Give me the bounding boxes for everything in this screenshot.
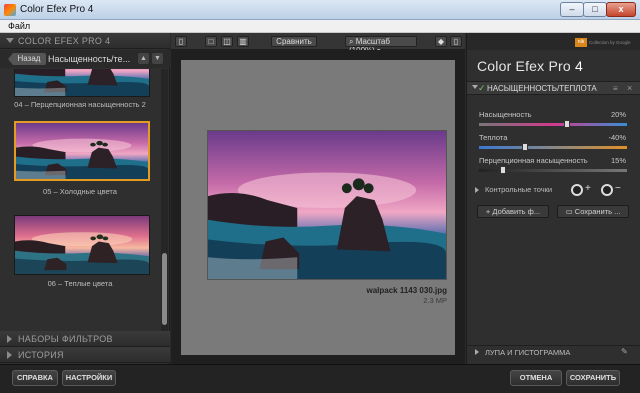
background-color-icon[interactable]: ◆ [435,36,447,47]
cancel-button[interactable]: ОТМЕНА [510,370,562,386]
settings-button[interactable]: НАСТРОЙКИ [62,370,116,386]
side-by-side-icon[interactable]: ▥ [237,36,249,47]
save-icon: ▭ [565,207,573,216]
save-button[interactable]: СОХРАНИТЬ [566,370,620,386]
title-bar: Color Efex Pro 4 – □ x [0,0,640,20]
app-window: Color Efex Pro 4 – □ x Файл COLOR EFEX P… [0,0,640,393]
category-nav: Назад Насыщенность/те... ▲ ▼ [0,50,170,68]
preset-thumbnail-06[interactable] [14,215,150,275]
slider-label-perceptual: Перцепционная насыщенность [479,156,588,165]
preset-label: 04 – Перцепционная насыщенность 2 [14,100,146,109]
nik-collection-text: Collection by Google [589,40,631,45]
toggle-left-panel-icon[interactable]: ▯ [175,36,187,47]
minus-icon[interactable]: − [615,183,621,194]
single-view-icon[interactable]: □ [205,36,217,47]
plus-icon: + [485,207,491,216]
history-section[interactable]: ИСТОРИЯ [0,347,170,363]
image-filename: walpack 1143 030.jpg [366,286,448,295]
magnifier-icon: ⌕ [349,37,354,46]
minimize-button[interactable]: – [560,2,584,17]
filter-menu-icon[interactable]: ≡ [613,84,618,93]
add-control-point-icon[interactable] [571,184,583,196]
menu-file[interactable]: Файл [8,21,30,31]
preset-thumbnail-04[interactable] [14,69,150,97]
remove-control-point-icon[interactable] [601,184,613,196]
loupe-histogram-section[interactable]: ЛУПА И ГИСТОГРАММА ✎ [467,345,640,358]
slider-value-warmth: -40% [608,133,626,142]
window-title: Color Efex Pro 4 [20,4,94,15]
help-button[interactable]: СПРАВКА [12,370,58,386]
filter-controls-panel: nik Collection by Google Color Efex Pro … [466,33,640,364]
preset-thumbnail-05[interactable] [14,121,150,181]
compare-button[interactable]: Сравнить [271,36,317,47]
add-filter-button[interactable]: + Добавить ф... [477,205,549,218]
slider-knob[interactable] [500,166,506,174]
perceptual-saturation-slider[interactable] [479,166,627,174]
nik-logo: nik [575,38,587,47]
loupe-pin-icon[interactable]: ✎ [621,347,628,356]
close-button[interactable]: x [606,2,636,17]
bottom-bar: СПРАВКА НАСТРОЙКИ ОТМЕНА СОХРАНИТЬ [0,364,640,393]
menu-bar: Файл [0,20,640,33]
saturation-slider[interactable] [479,120,627,128]
view-toolbar: ▯ □ ◫ ▥ Сравнить ⌕ Масштаб (100%) ▾ ◆ ▯ [171,33,465,55]
expand-arrow-icon [475,187,479,193]
active-filter-header[interactable]: ✓ НАСЫЩЕННОСТЬ/ТЕПЛОТА ≡ × [467,81,640,95]
category-title: Насыщенность/те... [48,54,131,64]
panel-top-strip: nik Collection by Google [467,33,640,50]
preset-label: 05 – Холодные цвета [43,187,117,196]
toggle-right-panel-icon[interactable]: ▯ [450,36,462,47]
preset-list: 04 – Перцепционная насыщенность 2 05 – Х… [0,69,160,331]
brand-title: Color Efex Pro 4 [477,58,583,74]
preview-image [207,130,447,280]
preset-scrollbar[interactable] [161,69,168,331]
filter-browser-panel: COLOR EFEX PRO 4 Назад Насыщенность/те..… [0,33,170,364]
expand-arrow-icon [475,349,479,355]
preset-label: 06 – Теплые цвета [47,279,113,288]
preview-area[interactable]: walpack 1143 030.jpg 2.3 MP [181,60,455,355]
slider-knob[interactable] [564,120,570,128]
scrollbar-thumb[interactable] [162,253,167,325]
control-points-row: Контрольные точки + − [467,183,640,197]
expand-arrow-icon [7,335,12,343]
app-icon [4,4,16,16]
preview-canvas: walpack 1143 030.jpg 2.3 MP [171,50,465,364]
next-down-icon[interactable]: ▼ [152,53,163,64]
expand-arrow-icon [7,351,12,359]
slider-value-perceptual: 15% [610,156,626,165]
remove-filter-icon[interactable]: × [627,83,632,93]
app-header[interactable]: COLOR EFEX PRO 4 [0,33,170,49]
slider-value-saturation: 20% [610,110,626,119]
collapse-arrow-icon [6,38,14,43]
back-button[interactable]: Назад [12,53,46,65]
slider-knob[interactable] [522,143,528,151]
image-size: 2.3 MP [423,296,447,305]
zoom-select[interactable]: ⌕ Масштаб (100%) ▾ [345,36,417,55]
filter-sets-section[interactable]: НАБОРЫ ФИЛЬТРОВ [0,331,170,347]
prev-up-icon[interactable]: ▲ [138,53,149,64]
save-preset-button[interactable]: ▭ Сохранить ... [557,205,629,218]
slider-label-saturation: Насыщенность [479,110,532,119]
plus-icon[interactable]: + [585,183,591,194]
slider-label-warmth: Теплота [479,133,508,142]
split-view-icon[interactable]: ◫ [221,36,233,47]
maximize-button[interactable]: □ [583,2,607,17]
checkmark-icon[interactable]: ✓ [478,83,486,94]
warmth-slider[interactable] [479,143,627,151]
